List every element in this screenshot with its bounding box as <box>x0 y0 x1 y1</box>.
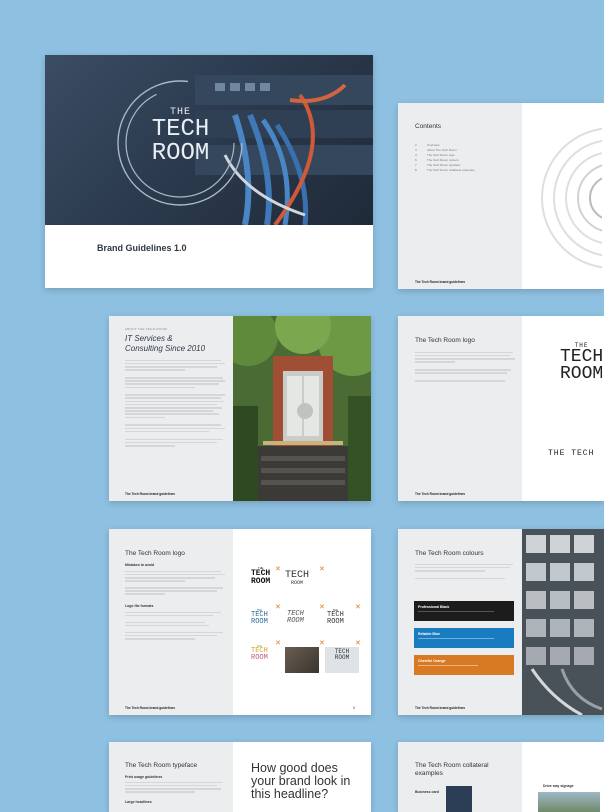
misuse-sample: TECH ROOM <box>287 610 304 625</box>
about-page: ABOUT THE TECH ROOM IT Services & Consul… <box>109 316 371 501</box>
about-kicker: ABOUT THE TECH ROOM <box>125 327 167 331</box>
misuse-body-text <box>125 569 225 597</box>
close-icon: ✕ <box>355 604 361 611</box>
logo-tech: TECH <box>151 116 210 143</box>
typeface-heading: The Tech Room typeface <box>125 762 198 769</box>
misuse-sample: THE TECH ROOM <box>251 567 271 586</box>
misuse-sub2: Logo file formats <box>125 604 154 608</box>
misuse-footer: The Tech Room brand guidelines <box>125 706 176 710</box>
colours-body-text <box>415 562 515 581</box>
misuse-heading: The Tech Room logo <box>125 550 185 557</box>
colours-heading: The Tech Room colours <box>415 550 484 557</box>
misuse-sample: THE TECH ROOM <box>327 609 344 626</box>
swatch-black: Professional Black <box>414 601 514 621</box>
misuse-grid: THE TECH ROOM TECH ROOM THE TECH ROOM TE… <box>247 565 365 685</box>
typeface-sub2: Large headlines <box>125 800 152 804</box>
logo-footer: The Tech Room brand guidelines <box>415 492 466 496</box>
office-photo <box>233 316 371 501</box>
close-icon: ✕ <box>319 640 325 647</box>
misuse-page-number: 5 <box>353 706 355 710</box>
contents-list: 2 Overview 3 About The Tech Room 4 The Tech… <box>415 143 475 173</box>
logo-wordmark: THE TECH <box>548 449 595 458</box>
collateral-sub1: Business card <box>415 790 439 794</box>
typeface-body-text <box>125 780 225 794</box>
misuse-photo-sample <box>285 647 319 673</box>
logo-misuse-page: The Tech Room logo Mistakes to avoid Log… <box>109 529 371 715</box>
logo-body-text <box>415 350 515 383</box>
business-card-sample <box>446 786 472 812</box>
collateral-sub2: Drive way signage <box>543 784 574 788</box>
contents-footer: The Tech Room brand guidelines <box>415 280 466 284</box>
misuse-sample: THE TECH ROOM <box>251 609 268 626</box>
signage-photo <box>538 792 600 812</box>
about-body-text <box>125 358 225 448</box>
collateral-heading: The Tech Room collateral examples <box>415 762 489 777</box>
typeface-page: The Tech Room typeface Print usage guide… <box>109 742 371 812</box>
cover-page: THE TECH ROOM Brand Guidelines 1.0 <box>45 55 373 288</box>
misuse-sample: THE TECH ROOM <box>251 645 268 662</box>
cover-photo: THE TECH ROOM <box>45 55 373 225</box>
switch-panel-photo <box>522 529 604 715</box>
logo-heading: The Tech Room logo <box>415 337 475 344</box>
typeface-sample: How good does your brand look in this he… <box>251 761 351 801</box>
about-footer: The Tech Room brand guidelines <box>125 492 176 496</box>
colours-page: The Tech Room colours Professional Black… <box>398 529 604 715</box>
collateral-page: The Tech Room collateral examples Busine… <box>398 742 604 812</box>
misuse-sample: TECH ROOM <box>325 647 359 673</box>
close-icon: ✕ <box>275 566 281 573</box>
colours-footer: The Tech Room brand guidelines <box>415 706 466 710</box>
contents-heading: Contents <box>415 123 442 130</box>
close-icon: ✕ <box>275 604 281 611</box>
close-icon: ✕ <box>275 640 281 647</box>
typeface-sub1: Print usage guidelines <box>125 775 163 779</box>
cover-logo: THE TECH ROOM <box>133 107 228 166</box>
misuse-sub1: Mistakes to avoid <box>125 563 155 567</box>
logo-large: THE TECH ROOM <box>560 342 603 383</box>
logo-room: ROOM <box>151 140 210 167</box>
contents-page: Contents 2 Overview 3 About The Tech Room … <box>398 103 604 289</box>
close-icon: ✕ <box>319 604 325 611</box>
close-icon: ✕ <box>355 640 361 647</box>
about-heading: IT Services & Consulting Since 2010 <box>125 334 206 353</box>
misuse-body-text-2 <box>125 610 225 641</box>
swatch-blue: Reliable Blue <box>414 628 514 648</box>
contents-item: 8 The Tech Room collateral examples <box>415 168 475 172</box>
misuse-sample: TECH ROOM <box>285 570 310 587</box>
logo-large-room: ROOM <box>560 364 604 384</box>
cover-title: Brand Guidelines 1.0 <box>97 243 187 253</box>
logo-page: The Tech Room logo THE TECH ROOM THE TEC… <box>398 316 604 501</box>
swatch-orange: Cheerful Orange <box>414 655 514 675</box>
contents-rings-icon <box>541 127 602 269</box>
close-icon: ✕ <box>319 566 325 573</box>
